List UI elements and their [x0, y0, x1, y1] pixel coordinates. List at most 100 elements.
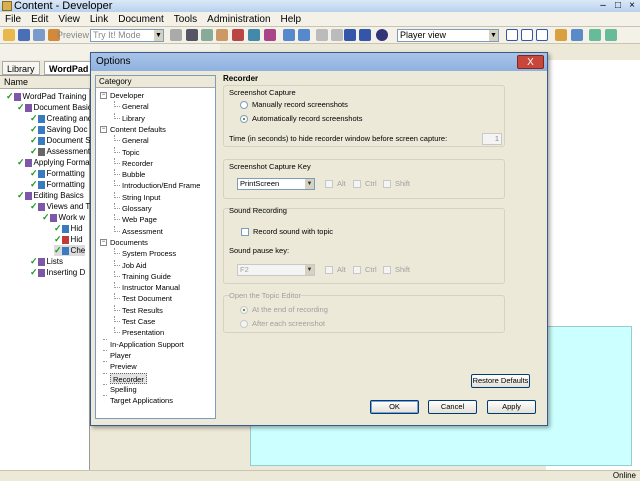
category-item[interactable]: Introduction/End Frame: [122, 180, 200, 191]
category-item[interactable]: In-Application Support: [110, 339, 184, 350]
collapse-icon[interactable]: −: [100, 238, 107, 246]
category-item[interactable]: Topic: [122, 147, 140, 158]
tool-icon[interactable]: [359, 29, 371, 41]
tool-icon[interactable]: [264, 29, 276, 41]
restore-defaults-button[interactable]: Restore Defaults: [471, 374, 530, 388]
category-item[interactable]: Recorder: [110, 372, 147, 384]
tree-item[interactable]: ✓ WordPad Training: [6, 91, 86, 102]
redo-icon[interactable]: [298, 29, 310, 41]
menu-document[interactable]: Document: [113, 12, 169, 27]
tree-item[interactable]: ✓ Creating and: [30, 113, 92, 124]
layout-icon[interactable]: [521, 29, 533, 41]
tree-item[interactable]: ✓ Inserting D: [30, 267, 85, 278]
print-icon[interactable]: [33, 29, 45, 41]
category-item[interactable]: Instructor Manual: [122, 282, 180, 293]
tool-icon[interactable]: [589, 29, 601, 41]
tree-item[interactable]: ✓ Work w: [42, 212, 85, 223]
category-item[interactable]: String Input: [122, 192, 160, 203]
menu-link[interactable]: Link: [85, 12, 113, 27]
category-item[interactable]: Presentation: [122, 327, 164, 338]
cancel-button[interactable]: Cancel: [428, 400, 477, 414]
category-item[interactable]: Job Aid: [122, 260, 147, 271]
menu-tools[interactable]: Tools: [169, 12, 202, 27]
tool-icon[interactable]: [170, 29, 182, 41]
each-screenshot-radio[interactable]: [240, 320, 248, 328]
tree-item[interactable]: ✓ Editing Basics: [17, 190, 84, 201]
ctrl-checkbox[interactable]: [353, 266, 361, 274]
tool-icon[interactable]: [316, 29, 328, 41]
alt-checkbox[interactable]: [325, 180, 333, 188]
capture-key-select[interactable]: PrintScreen ▼: [237, 178, 315, 190]
tree-item[interactable]: ✓ Che: [54, 245, 86, 256]
category-item[interactable]: Content Defaults: [110, 124, 166, 135]
layout-icon[interactable]: [506, 29, 518, 41]
apply-button[interactable]: Apply: [487, 400, 536, 414]
alt-checkbox[interactable]: [325, 266, 333, 274]
category-item[interactable]: Player: [110, 350, 131, 361]
collapse-icon[interactable]: −: [100, 125, 107, 133]
category-item[interactable]: Documents: [110, 237, 148, 248]
find-icon[interactable]: [248, 29, 260, 41]
tree-item[interactable]: ✓ Applying Forma: [17, 157, 90, 168]
category-item[interactable]: Bubble: [122, 169, 145, 180]
category-item[interactable]: Recorder: [122, 158, 153, 169]
tool-icon[interactable]: [331, 29, 343, 41]
hide-time-input[interactable]: 1: [482, 133, 502, 145]
delete-icon[interactable]: [232, 29, 244, 41]
category-item[interactable]: Developer: [110, 90, 144, 101]
category-item[interactable]: Test Results: [122, 305, 163, 316]
copy-icon[interactable]: [201, 29, 213, 41]
collapse-icon[interactable]: −: [100, 92, 107, 99]
shift-checkbox[interactable]: [383, 266, 391, 274]
mode-select[interactable]: Try It! Mode ▼: [90, 29, 164, 42]
tree-item[interactable]: ✓ Assessment: [30, 146, 90, 157]
manual-screenshot-radio[interactable]: [240, 101, 248, 109]
category-item[interactable]: System Process: [122, 248, 176, 259]
tree-item[interactable]: ✓ Document S: [30, 135, 91, 146]
ok-button[interactable]: OK: [370, 400, 419, 414]
record-sound-checkbox[interactable]: [241, 228, 249, 236]
tool-icon[interactable]: [555, 29, 567, 41]
pause-key-select[interactable]: F2 ▼: [237, 264, 315, 276]
ctrl-checkbox[interactable]: [353, 180, 361, 188]
category-item[interactable]: Test Document: [122, 293, 172, 304]
category-item[interactable]: Library: [122, 113, 145, 124]
paste-icon[interactable]: [216, 29, 228, 41]
category-item[interactable]: Glossary: [122, 203, 152, 214]
tab-library[interactable]: Library: [2, 61, 40, 75]
preview-button[interactable]: Preview: [57, 29, 89, 42]
category-item[interactable]: Preview: [110, 361, 137, 372]
open-icon[interactable]: [3, 29, 15, 41]
menu-administration[interactable]: Administration: [202, 12, 275, 27]
close-window-button[interactable]: ×: [625, 0, 639, 12]
tree-item[interactable]: ✓ Lists: [30, 256, 63, 267]
category-item[interactable]: Training Guide: [122, 271, 171, 282]
spelling-icon[interactable]: [344, 29, 356, 41]
auto-screenshot-radio[interactable]: [240, 115, 248, 123]
at-end-radio[interactable]: [240, 306, 248, 314]
category-item[interactable]: General: [122, 135, 149, 146]
help-icon[interactable]: [376, 29, 388, 41]
layout-icon[interactable]: [536, 29, 548, 41]
save-icon[interactable]: [18, 29, 30, 41]
menu-help[interactable]: Help: [276, 12, 307, 27]
view-select[interactable]: Player view ▼: [397, 29, 499, 42]
tree-item[interactable]: ✓ Document Basics: [17, 102, 96, 113]
category-item[interactable]: Assessment: [122, 226, 163, 237]
maximize-button[interactable]: □: [611, 0, 625, 12]
menu-view[interactable]: View: [53, 12, 85, 27]
tree-item[interactable]: ✓ Hid: [54, 223, 83, 234]
tree-item[interactable]: ✓ Formatting: [30, 168, 85, 179]
category-item[interactable]: Test Case: [122, 316, 155, 327]
tree-item[interactable]: ✓ Hid: [54, 234, 83, 245]
tree-item[interactable]: ✓ Saving Doc: [30, 124, 87, 135]
shift-checkbox[interactable]: [383, 180, 391, 188]
tool-icon[interactable]: [571, 29, 583, 41]
cut-icon[interactable]: [186, 29, 198, 41]
category-item[interactable]: Web Page: [122, 214, 157, 225]
minimize-button[interactable]: –: [596, 0, 610, 12]
menu-file[interactable]: File: [0, 12, 26, 27]
tree-item[interactable]: ✓ Formatting: [30, 179, 85, 190]
dialog-close-button[interactable]: X: [517, 55, 544, 69]
tree-item[interactable]: ✓ Views and T: [30, 201, 90, 212]
